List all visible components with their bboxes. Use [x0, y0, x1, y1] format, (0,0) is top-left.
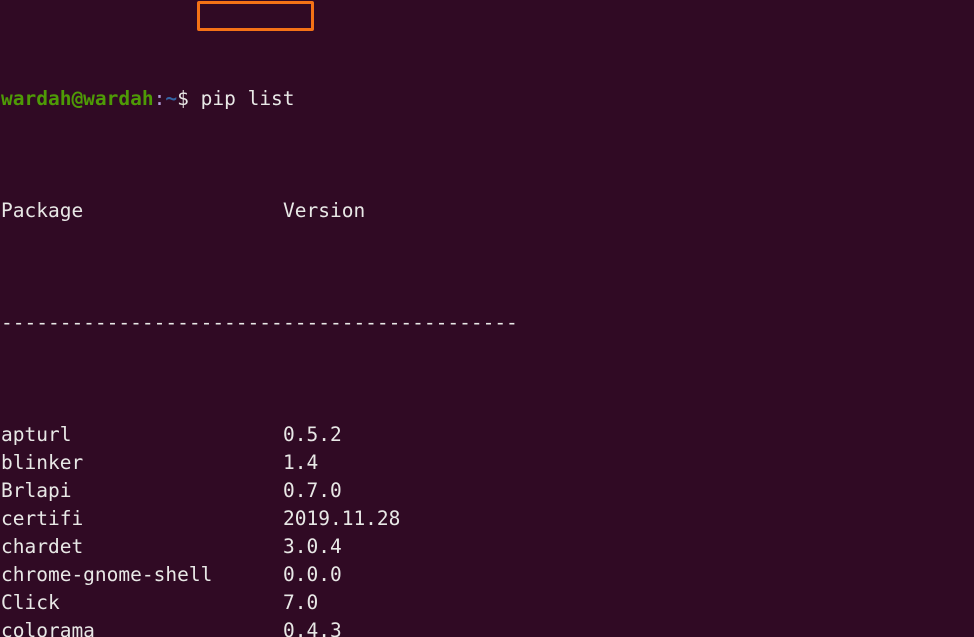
prompt-line: wardah@wardah:~$ pip list	[1, 85, 518, 113]
package-name: chardet	[1, 535, 84, 558]
prompt-user-host: wardah@wardah	[1, 87, 154, 110]
package-version: 0.0.0	[283, 563, 342, 586]
package-row: chrome-gnome-shell 0.0.0	[1, 561, 518, 589]
package-row: blinker 1.4	[1, 449, 518, 477]
package-name: blinker	[1, 451, 84, 474]
package-version: 0.4.3	[283, 619, 342, 637]
separator-package: ------------------------	[1, 311, 283, 334]
package-version: 7.0	[283, 591, 319, 614]
package-name: chrome-gnome-shell	[1, 563, 213, 586]
package-version: 0.7.0	[283, 479, 342, 502]
package-version: 2019.11.28	[283, 507, 401, 530]
package-name: certifi	[1, 507, 84, 530]
terminal-window[interactable]: wardah@wardah:~$ pip list Package Version…	[0, 0, 974, 637]
column-header-version: Version	[283, 199, 366, 222]
package-name: Click	[1, 591, 60, 614]
package-version: 3.0.4	[283, 535, 342, 558]
package-row: Brlapi 0.7.0	[1, 477, 518, 505]
table-header-row: Package Version	[1, 197, 518, 225]
prompt-path: ~	[165, 87, 178, 110]
package-version: 0.5.2	[283, 423, 342, 446]
separator-version: --------------------	[283, 311, 518, 334]
terminal-screen: wardah@wardah:~$ pip list Package Version…	[0, 0, 518, 637]
prompt-symbol: $	[177, 87, 189, 110]
package-row: chardet 3.0.4	[1, 533, 518, 561]
package-version: 1.4	[283, 451, 319, 474]
package-row: certifi 2019.11.28	[1, 505, 518, 533]
package-name: colorama	[1, 619, 95, 637]
package-name: Brlapi	[1, 479, 72, 502]
typed-command[interactable]: pip list	[189, 87, 295, 110]
package-list: apturl 0.5.2 blinker 1.4 Brlapi 0.7.0 certifi 2…	[1, 421, 518, 637]
package-row: apturl 0.5.2	[1, 421, 518, 449]
prompt-separator: :	[153, 87, 166, 110]
package-row: Click 7.0	[1, 589, 518, 617]
package-row: colorama 0.4.3	[1, 617, 518, 637]
package-name: apturl	[1, 423, 72, 446]
column-header-package: Package	[1, 199, 84, 222]
table-separator-row: ----------------------------------------…	[1, 309, 518, 337]
